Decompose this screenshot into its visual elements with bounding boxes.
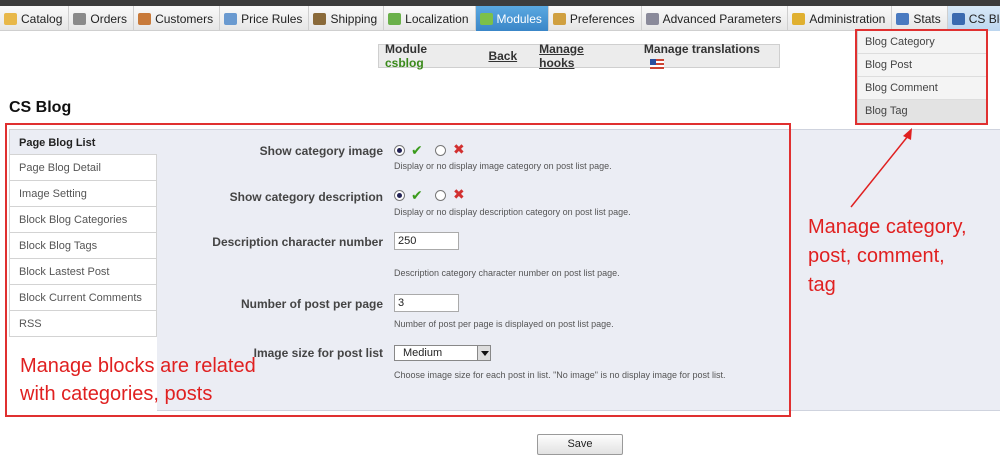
save-button[interactable]: Save: [537, 434, 623, 455]
annotation-arrow: [850, 128, 912, 208]
arrow-head: [903, 128, 912, 140]
arrow-line: [850, 135, 909, 208]
